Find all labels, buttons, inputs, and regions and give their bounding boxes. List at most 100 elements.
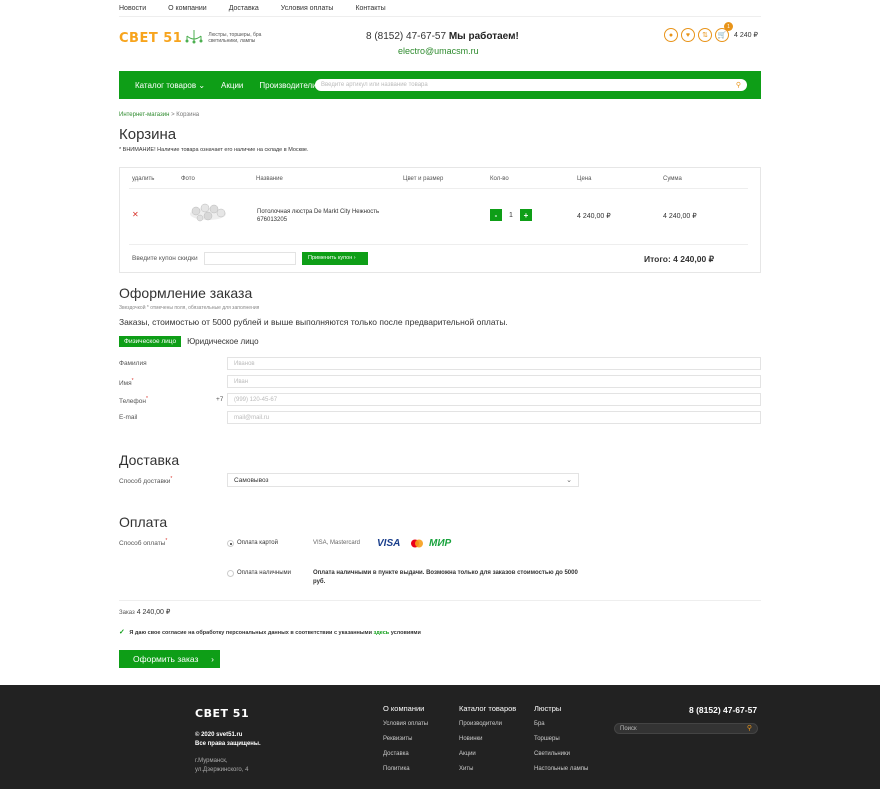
footer-col-title[interactable]: Люстры xyxy=(534,704,588,713)
topnav-contacts[interactable]: Контакты xyxy=(355,5,385,12)
payment-label: Способ оплаты* xyxy=(119,538,167,547)
col-photo: Фото xyxy=(181,176,195,182)
topnav-news[interactable]: Новости xyxy=(119,5,146,12)
menu-catalog-label: Каталог товаров xyxy=(135,80,197,90)
phone-row: Телефон* +7 (999) 120-45-67 xyxy=(119,393,761,407)
footer-phone[interactable]: 8 (8152) 47-67-57 xyxy=(689,705,757,715)
email-field[interactable]: mail@mail.ru xyxy=(227,411,761,424)
cash-note: Оплата наличными в пункте выдачи. Возмож… xyxy=(313,570,578,585)
footer-search-input[interactable]: Поиск ⚲ xyxy=(614,723,758,734)
qty-plus-button[interactable]: + xyxy=(520,209,532,221)
consent-link[interactable]: здесь xyxy=(374,630,390,636)
surname-row: Фамилия Иванов xyxy=(119,357,761,371)
required-note: Звездочкой * отмечены поля, обязательные… xyxy=(119,305,260,311)
footer-link[interactable]: Хиты xyxy=(459,766,516,781)
footer-link[interactable]: Доставка xyxy=(383,751,428,766)
visa-logo: VISA xyxy=(377,538,401,549)
divider xyxy=(129,188,748,189)
footer-link[interactable]: Реквизиты xyxy=(383,736,428,751)
consent-checkbox[interactable]: ✓ Я даю свое согласие на обработку персо… xyxy=(119,628,421,636)
footer-logo[interactable]: СВЕТ 51 xyxy=(195,707,249,720)
arrow-right-icon: › xyxy=(211,654,214,664)
heart-icon[interactable]: ♥ xyxy=(681,28,695,42)
footer-link[interactable]: Настольные лампы xyxy=(534,766,588,781)
cash-radio[interactable] xyxy=(227,570,234,577)
order-summary-value: 4 240,00 ₽ xyxy=(136,609,171,616)
order-title: Оформление заказа xyxy=(119,285,253,301)
qty-value[interactable]: 1 xyxy=(506,212,516,219)
product-image[interactable] xyxy=(186,199,230,225)
search-icon[interactable]: ⚲ xyxy=(736,80,741,92)
quantity-stepper: - 1 + xyxy=(490,209,532,221)
qty-minus-button[interactable]: - xyxy=(490,209,502,221)
footer-link[interactable]: Бра xyxy=(534,721,588,736)
breadcrumb-current: Корзина xyxy=(176,112,200,118)
product-sku: 676013205 xyxy=(257,217,288,223)
footer-col-title[interactable]: Каталог товаров xyxy=(459,704,516,713)
search-icon[interactable]: ⚲ xyxy=(747,724,752,734)
submit-order-button[interactable]: Оформить заказ › xyxy=(119,650,220,668)
topnav-delivery[interactable]: Доставка xyxy=(229,5,259,12)
cart-button[interactable]: 🛒 1 xyxy=(715,22,733,42)
header-email[interactable]: electro@umacsm.ru xyxy=(398,46,479,56)
apply-coupon-label: Применить купон xyxy=(308,255,353,261)
card-types: VISA, Mastercard xyxy=(313,540,361,546)
top-nav: Новости О компании Доставка Условия опла… xyxy=(119,5,408,12)
footer-link[interactable]: Политика xyxy=(383,766,428,781)
card-radio[interactable] xyxy=(227,540,234,547)
tab-individual[interactable]: Физическое лицо xyxy=(119,336,182,347)
col-delete: удалить xyxy=(132,176,155,182)
tab-legal[interactable]: Юридическое лицо xyxy=(187,337,259,346)
coupon-input[interactable] xyxy=(204,252,296,265)
customer-type: Физическое лицо Юридическое лицо xyxy=(119,336,259,347)
menu-makers[interactable]: Производители xyxy=(259,81,316,90)
cash-option-label[interactable]: Оплата наличными xyxy=(237,570,291,576)
email-label: E-mail xyxy=(119,414,138,421)
phone-label-text: Телефон xyxy=(119,398,146,406)
topnav-about[interactable]: О компании xyxy=(168,5,207,12)
footer-search-placeholder: Поиск xyxy=(620,726,637,732)
footer-copyright: © 2020 svet51.ru Все права защищены. xyxy=(195,731,261,749)
header-icons: ● ♥ ⇅ 🛒 1 4 240 ₽ xyxy=(664,22,758,42)
product-name[interactable]: Потолочная люстра De Markt City Нежность… xyxy=(257,208,387,224)
cart-count-badge: 1 xyxy=(724,22,733,31)
phone-prefix: +7 xyxy=(216,396,224,403)
prepay-note: Заказы, стоимостью от 5000 рублей и выше… xyxy=(119,317,508,327)
footer-link[interactable]: Акции xyxy=(459,751,516,766)
menu-catalog[interactable]: Каталог товаров ⌄ xyxy=(135,81,205,90)
footer-col-company: О компании Условия оплаты Реквизиты Дост… xyxy=(383,704,428,781)
menu-promo[interactable]: Акции xyxy=(221,81,243,90)
footer-link[interactable]: Условия оплаты xyxy=(383,721,428,736)
apply-coupon-button[interactable]: Применить купон › xyxy=(302,252,368,265)
topnav-payment[interactable]: Условия оплаты xyxy=(281,5,334,12)
delivery-select[interactable]: Самовывоз ⌄ xyxy=(227,473,579,487)
search-input[interactable]: Введите артикул или название товара ⚲ xyxy=(315,79,747,91)
order-summary-label: Заказ xyxy=(119,610,135,616)
phone-label: Телефон* xyxy=(119,396,148,405)
compare-icon[interactable]: ⇅ xyxy=(698,28,712,42)
footer-col-title[interactable]: О компании xyxy=(383,704,428,713)
phone-field[interactable]: (999) 120-45-67 xyxy=(227,393,761,406)
col-name: Название xyxy=(256,176,283,182)
surname-field[interactable]: Иванов xyxy=(227,357,761,370)
footer-link[interactable]: Светильники xyxy=(534,751,588,766)
header-phone[interactable]: 8 (8152) 47-67-57 Мы работаем! xyxy=(366,31,519,42)
site-logo[interactable]: СВЕТ 51 Люстры, торшеры, бра светильники… xyxy=(119,30,278,46)
footer-link[interactable]: Производители xyxy=(459,721,516,736)
user-icon[interactable]: ● xyxy=(664,28,678,42)
coupon-label: Введите купон скидки xyxy=(132,255,198,262)
footer-link[interactable]: Торшеры xyxy=(534,736,588,751)
cart-table: удалить Фото Название Цвет и размер Кол-… xyxy=(119,167,761,273)
card-option-label[interactable]: Оплата картой xyxy=(237,540,278,546)
payment-title: Оплата xyxy=(119,514,168,530)
delivery-title: Доставка xyxy=(119,452,180,468)
name-field[interactable]: Иван xyxy=(227,375,761,388)
col-color: Цвет и размер xyxy=(403,176,444,182)
stock-notice: * ВНИМАНИЕ! Наличие товара означает его … xyxy=(119,147,309,153)
footer-link[interactable]: Новинки xyxy=(459,736,516,751)
required-mark: * xyxy=(165,538,168,544)
name-row: Имя* Иван xyxy=(119,375,761,389)
delete-icon[interactable]: ✕ xyxy=(132,210,139,219)
order-summary: Заказ 4 240,00 ₽ xyxy=(119,608,170,616)
breadcrumb-home[interactable]: Интернет-магазин xyxy=(119,112,169,118)
